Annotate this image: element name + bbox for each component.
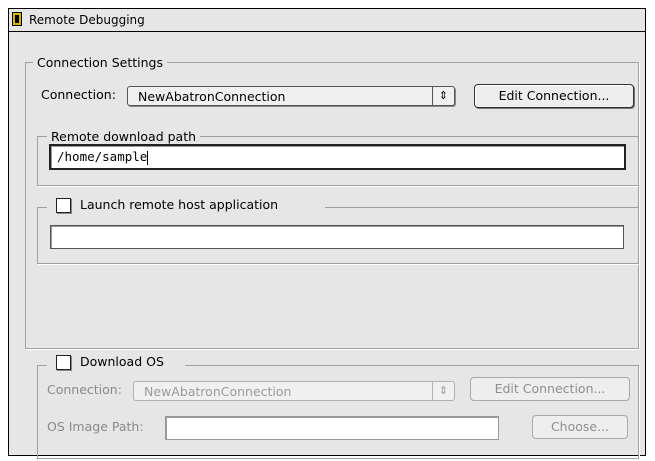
- connection-popup[interactable]: NewAbatronConnection ⇕: [127, 86, 455, 106]
- os-connection-label: Connection:: [47, 382, 122, 397]
- remote-download-path-legend: Remote download path: [47, 129, 201, 144]
- os-edit-connection-button[interactable]: Edit Connection...: [470, 377, 630, 401]
- os-connection-popup-value: NewAbatronConnection: [144, 384, 292, 399]
- connection-settings-legend: Connection Settings: [33, 55, 167, 70]
- os-connection-popup[interactable]: NewAbatronConnection ⇕: [133, 381, 455, 401]
- os-image-path-label: OS Image Path:: [47, 419, 144, 434]
- title-bar[interactable]: Remote Debugging: [9, 9, 645, 32]
- up-down-arrows-icon: ⇕: [432, 382, 454, 400]
- window-title: Remote Debugging: [29, 13, 145, 27]
- choose-button[interactable]: Choose...: [532, 415, 628, 439]
- edit-connection-button[interactable]: Edit Connection...: [474, 84, 634, 108]
- up-down-arrows-icon: ⇕: [432, 87, 454, 105]
- launch-remote-input[interactable]: [50, 225, 624, 249]
- connection-popup-value: NewAbatronConnection: [138, 89, 286, 104]
- os-image-path-input[interactable]: [165, 416, 499, 440]
- app-icon: [12, 12, 22, 26]
- remote-download-path-value: /home/sample: [57, 149, 148, 164]
- launch-remote-checkbox[interactable]: [56, 198, 71, 213]
- download-os-checkbox[interactable]: [56, 355, 71, 370]
- dialog-content: Connection Settings Connection: NewAbatr…: [9, 32, 645, 459]
- launch-remote-label[interactable]: Launch remote host application: [80, 197, 278, 212]
- download-os-label[interactable]: Download OS: [80, 354, 164, 369]
- remote-debugging-window: Remote Debugging Connection Settings Con…: [8, 8, 646, 459]
- connection-label: Connection:: [41, 87, 116, 102]
- remote-download-path-input[interactable]: /home/sample: [49, 144, 626, 170]
- text-caret: [147, 150, 149, 165]
